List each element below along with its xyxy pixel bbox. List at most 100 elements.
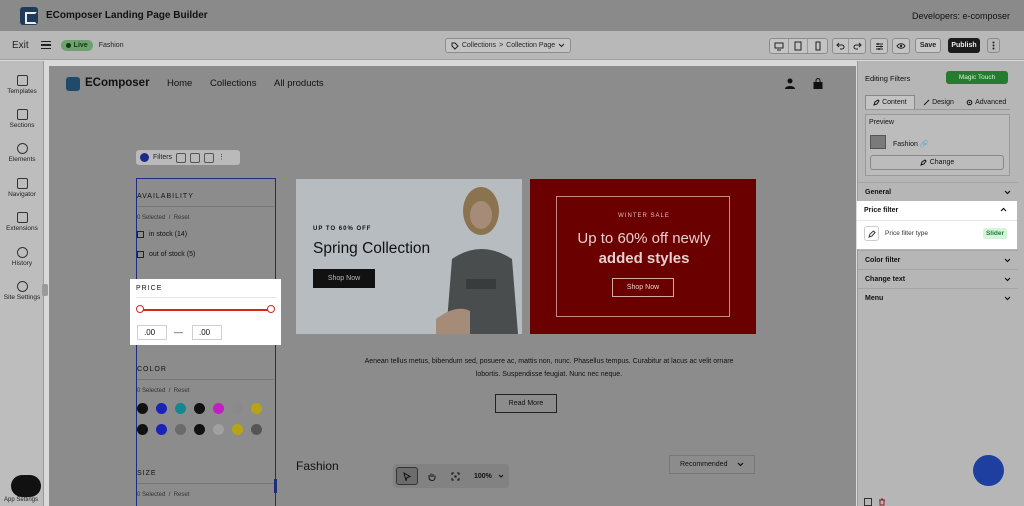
color-swatch[interactable] <box>137 424 148 435</box>
shop-now-button[interactable]: Shop Now <box>612 278 674 297</box>
publish-button[interactable]: Publish <box>948 38 980 53</box>
save-button[interactable]: Save <box>915 38 941 53</box>
size-reset[interactable]: Reset <box>174 492 190 498</box>
availability-reset[interactable]: Reset <box>174 215 190 221</box>
extensions-icon <box>16 212 28 223</box>
select-tool-button[interactable] <box>396 467 418 485</box>
checkbox[interactable] <box>137 231 144 238</box>
device-switcher <box>769 38 828 54</box>
more-options-button[interactable] <box>987 38 1000 53</box>
preview-page: Fashion 🔗 <box>893 140 929 148</box>
color-swatch[interactable] <box>156 424 167 435</box>
store-nav-collections[interactable]: Collections <box>210 78 256 89</box>
element-more-icon[interactable]: ⋮ <box>218 153 228 163</box>
preview-button[interactable] <box>892 38 910 54</box>
price-min-input[interactable]: .00 <box>137 325 167 340</box>
delete-icon[interactable] <box>204 152 215 163</box>
fit-screen-button[interactable] <box>444 467 466 485</box>
redo-button[interactable] <box>849 39 865 53</box>
ecomposer-logo-icon <box>20 6 38 25</box>
sidebar-item-history[interactable]: History <box>0 247 44 267</box>
page-breadcrumb-selector[interactable]: Collections > Collection Page <box>445 38 571 53</box>
change-page-button[interactable]: Change <box>870 155 1004 170</box>
color-swatch[interactable] <box>137 403 148 414</box>
shopping-bag-icon[interactable] <box>813 78 823 89</box>
price-max-input[interactable]: .00 <box>192 325 222 340</box>
chevron-down-icon <box>498 474 504 478</box>
color-swatch[interactable] <box>194 424 205 435</box>
store-nav-all-products[interactable]: All products <box>274 78 324 89</box>
color-swatch[interactable] <box>213 403 224 414</box>
color-swatch[interactable] <box>251 424 262 435</box>
shop-now-button[interactable]: Shop Now <box>313 269 375 288</box>
sidebar-item-site-settings[interactable]: Site Settings <box>0 281 44 301</box>
section-change-text[interactable]: Change text <box>858 269 1018 288</box>
mobile-view-button[interactable] <box>808 39 827 53</box>
app-title-bar: EComposer Landing Page Builder Developer… <box>0 0 1024 31</box>
filter-option-out-of-stock[interactable]: out of stock (5) <box>137 251 195 258</box>
price-filter-type-button[interactable] <box>864 226 879 241</box>
move-down-icon[interactable] <box>190 152 201 163</box>
desktop-view-button[interactable] <box>770 39 789 53</box>
color-swatch[interactable] <box>232 424 243 435</box>
trash-icon[interactable] <box>878 498 886 506</box>
exit-button[interactable]: Exit <box>12 40 29 51</box>
tab-design[interactable]: Design <box>915 95 963 109</box>
color-reset[interactable]: Reset <box>174 388 190 394</box>
help-chat-icon[interactable] <box>973 455 1004 486</box>
filter-option-in-stock[interactable]: in stock (14) <box>137 231 187 238</box>
hamburger-menu-icon[interactable] <box>40 41 51 49</box>
banner-tag: UP TO 60% OFF <box>313 226 372 232</box>
sidebar-item-extensions[interactable]: Extensions <box>0 212 44 232</box>
color-swatch[interactable] <box>251 403 262 414</box>
store-nav-home[interactable]: Home <box>167 78 192 89</box>
undo-button[interactable] <box>833 39 849 53</box>
price-slider-min-handle[interactable] <box>136 305 144 313</box>
read-more-button[interactable]: Read More <box>495 394 557 413</box>
duplicate-icon[interactable] <box>176 152 187 163</box>
price-slider-max-handle[interactable] <box>267 305 275 313</box>
zoom-level-select[interactable]: 100% <box>474 473 504 480</box>
collection-title: Fashion <box>296 459 339 473</box>
banner-frame: WINTER SALE Up to 60% off newly added sty… <box>556 196 730 317</box>
magic-touch-button[interactable]: Magic Touch <box>946 71 1008 84</box>
price-slider-track[interactable] <box>140 309 271 311</box>
sidebar-item-elements[interactable]: Elements <box>0 143 44 163</box>
filter-scrollbar[interactable] <box>274 479 277 493</box>
checkbox[interactable] <box>137 251 144 258</box>
tablet-view-button[interactable] <box>789 39 808 53</box>
hand-tool-button[interactable] <box>420 467 442 485</box>
section-general[interactable]: General <box>858 182 1018 201</box>
availability-heading: AVAILABILITY <box>137 193 194 200</box>
sidebar-item-sections[interactable]: Sections <box>0 109 44 129</box>
sidebar-item-label: History <box>11 260 33 267</box>
color-swatch[interactable] <box>232 403 243 414</box>
tab-content[interactable]: Content <box>865 95 915 109</box>
color-swatch[interactable] <box>213 424 224 435</box>
section-color-filter[interactable]: Color filter <box>858 250 1018 269</box>
user-icon[interactable] <box>785 78 795 89</box>
filters-element-icon <box>140 153 149 162</box>
section-menu[interactable]: Menu <box>858 288 1018 307</box>
section-label[interactable]: Price filter <box>864 207 898 214</box>
color-swatch[interactable] <box>175 424 186 435</box>
sidebar-item-navigator[interactable]: Navigator <box>0 178 44 198</box>
model-photo <box>436 187 518 334</box>
chevron-up-icon[interactable] <box>1000 206 1007 213</box>
page-name: Fashion <box>98 41 124 49</box>
color-swatch[interactable] <box>194 403 205 414</box>
sidebar-item-templates[interactable]: Templates <box>0 75 44 95</box>
app-settings-button[interactable] <box>11 475 41 497</box>
settings-sliders-button[interactable] <box>870 38 888 54</box>
sort-select[interactable]: Recommended <box>669 455 755 474</box>
price-filter-type-badge: Slider <box>983 228 1007 239</box>
sidebar-collapse-handle[interactable] <box>42 284 48 296</box>
gear-icon <box>966 99 973 105</box>
store-logo[interactable]: EComposer <box>85 77 150 89</box>
color-swatch[interactable] <box>175 403 186 414</box>
layout-icon[interactable] <box>864 498 872 506</box>
color-swatch[interactable] <box>156 403 167 414</box>
tab-advanced[interactable]: Advanced <box>962 95 1010 109</box>
pencil-icon <box>919 159 927 166</box>
sections-icon <box>16 109 28 120</box>
